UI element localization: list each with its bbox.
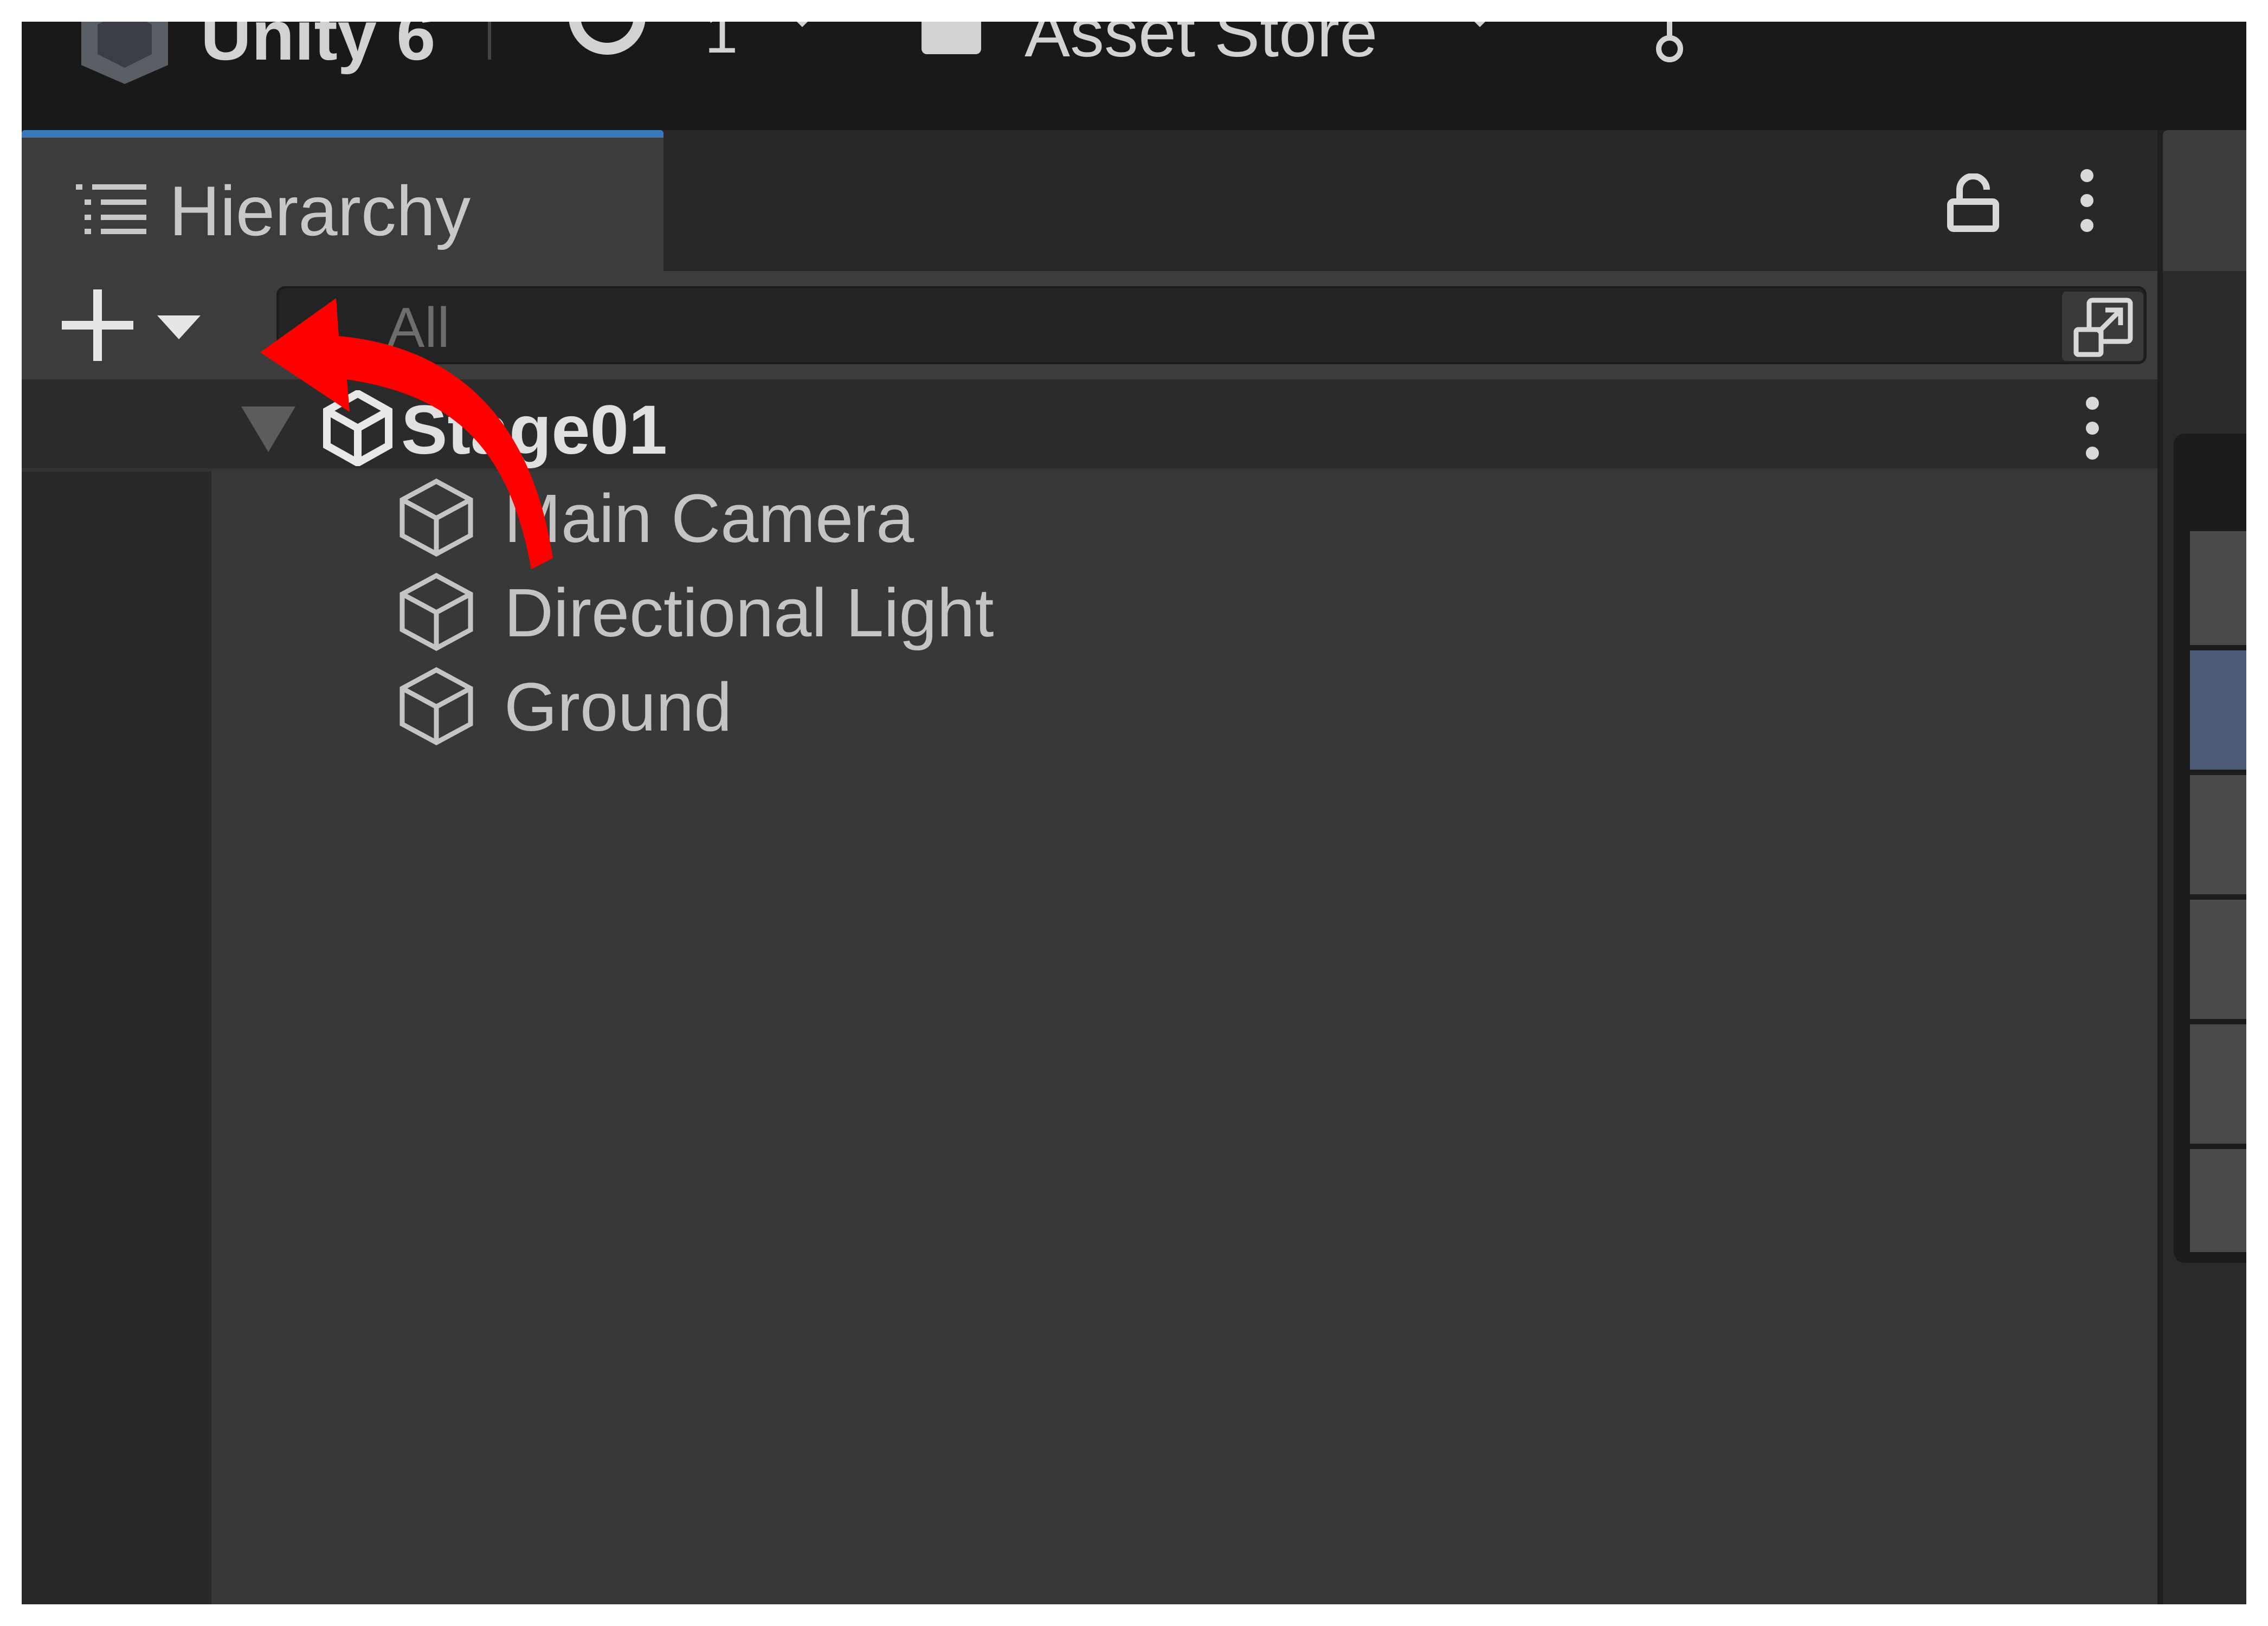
adjacent-item[interactable] <box>2190 1024 2246 1144</box>
bag-icon <box>922 22 981 54</box>
lock-icon[interactable] <box>1946 173 2000 233</box>
toolbar-divider <box>488 22 491 60</box>
expand-icon <box>2073 298 2133 357</box>
list-item[interactable]: Ground <box>211 660 2157 754</box>
hierarchy-panel: Hierarchy All Stage01 Main Camera Direct… <box>22 130 2157 1604</box>
adjacent-item-selected[interactable] <box>2190 650 2246 770</box>
annotation-arrow <box>260 298 553 569</box>
account-icon <box>569 22 645 55</box>
adjacent-item[interactable] <box>2190 775 2246 894</box>
plus-icon <box>62 289 133 361</box>
adjacent-item[interactable] <box>2190 531 2246 645</box>
scene-menu-icon[interactable] <box>2082 396 2103 461</box>
app-title: Unity 6 <box>201 22 436 75</box>
adjacent-item[interactable] <box>2190 1149 2246 1252</box>
tab-title: Hierarchy <box>169 171 471 250</box>
hierarchy-list-icon <box>76 184 146 234</box>
hierarchy-list: Main Camera Directional Light Ground <box>211 472 2157 1604</box>
editor-window: Unity 6 1 Asset Store Hierarchy All Stag… <box>22 22 2246 1604</box>
list-item-label: Directional Light <box>504 575 994 651</box>
chevron-down-icon <box>797 22 808 27</box>
search-expand-button[interactable] <box>2062 292 2143 361</box>
adjacent-tab[interactable] <box>2163 130 2246 271</box>
main-toolbar: Unity 6 1 Asset Store <box>22 22 2246 130</box>
chevron-down-icon <box>1474 22 1485 27</box>
version-control-icon[interactable] <box>1648 22 1691 65</box>
cube-icon <box>400 667 473 746</box>
account-count: 1 <box>705 22 738 66</box>
create-button[interactable] <box>54 287 217 363</box>
asset-store-button[interactable]: Asset Store <box>922 22 1534 71</box>
adjacent-panel <box>2157 130 2246 1604</box>
adjacent-item[interactable] <box>2190 900 2246 1019</box>
more-options-icon[interactable] <box>2076 168 2098 233</box>
asset-store-label: Asset Store <box>1025 22 1378 71</box>
unity-logo-icon <box>81 22 168 84</box>
dropdown-arrow-icon <box>157 315 201 339</box>
list-item-label: Ground <box>504 669 732 745</box>
adjacent-list <box>2174 434 2246 1263</box>
account-button[interactable]: 1 <box>569 22 840 66</box>
tab-hierarchy[interactable]: Hierarchy <box>22 130 663 271</box>
